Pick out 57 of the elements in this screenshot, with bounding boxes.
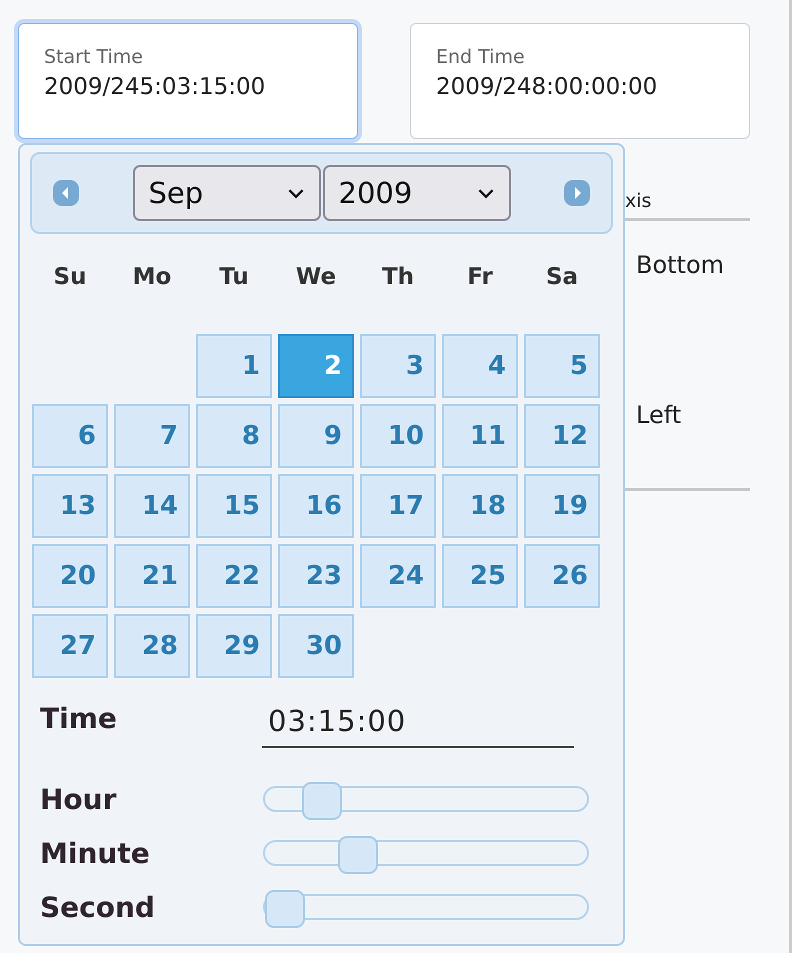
day-cell[interactable]: 3 [360,334,436,398]
day-cell[interactable]: 25 [442,544,518,608]
day-cell[interactable]: 30 [278,614,354,678]
day-cell[interactable]: 6 [32,404,108,468]
day-cell[interactable]: 24 [360,544,436,608]
weekday-label: Sa [544,263,580,292]
day-cell[interactable]: 23 [278,544,354,608]
time-field[interactable]: End Time 2009/248:00:00:00 [410,23,750,139]
day-cell[interactable]: 14 [114,474,190,538]
day-cell[interactable]: 18 [442,474,518,538]
chevron-down-icon [476,188,494,198]
slider-thumb[interactable] [302,782,342,820]
year-select[interactable]: 2009 [322,165,510,221]
day-cell[interactable]: 2 [278,334,354,398]
day-cell[interactable]: 11 [442,404,518,468]
day-cell[interactable]: 10 [360,404,436,468]
field-label: Start Time [44,46,144,68]
day-cell[interactable]: 12 [524,404,600,468]
day-cell[interactable]: 9 [278,404,354,468]
field-value: 2009/245:03:15:00 [44,74,266,100]
day-cell[interactable]: 8 [196,404,272,468]
day-cell[interactable]: 7 [114,404,190,468]
time-label: Time [40,702,118,735]
next-icon[interactable] [563,179,591,207]
day-cell[interactable]: 28 [114,614,190,678]
field-value: 2009/248:00:00:00 [436,74,658,100]
slider-label: Hour [40,782,118,816]
day-cell[interactable]: 20 [32,544,108,608]
weekday-label: We [294,263,338,292]
day-cell[interactable]: 29 [196,614,272,678]
day-cell[interactable]: 13 [32,474,108,538]
weekday-label: Su [52,263,88,292]
axis-option: Bottom [625,221,750,371]
weekday-label: Fr [466,263,494,292]
weekday-label: Mo [132,263,172,292]
time-value: 03:15:00 [262,702,574,748]
day-cell[interactable]: 22 [196,544,272,608]
weekday-label: Th [380,263,416,292]
day-cell[interactable]: 27 [32,614,108,678]
weekday-label: Tu [218,263,250,292]
slider-label: Second [40,890,156,924]
field-label: End Time [436,46,526,68]
day-cell[interactable]: 4 [442,334,518,398]
slider-thumb[interactable] [265,890,305,928]
day-cell[interactable]: 26 [524,544,600,608]
day-cell[interactable]: 1 [196,334,272,398]
day-cell[interactable]: 21 [114,544,190,608]
day-cell[interactable]: 15 [196,474,272,538]
slider-thumb[interactable] [338,836,378,874]
day-cell[interactable]: 17 [360,474,436,538]
previous-icon[interactable] [52,179,80,207]
day-cell[interactable]: 5 [524,334,600,398]
day-cell[interactable]: 19 [524,474,600,538]
day-cell[interactable]: 16 [278,474,354,538]
chevron-down-icon [286,188,304,198]
slider-label: Minute [40,836,151,870]
month-select[interactable]: Sep [132,165,320,221]
